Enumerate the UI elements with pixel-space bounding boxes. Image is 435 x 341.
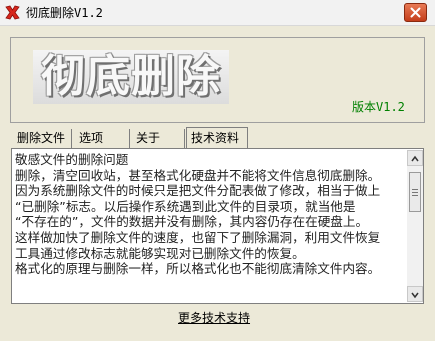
tech-info-panel: 敬感文件的删除问题 删除，清空回收站，甚至格式化硬盘并不能将文件信息彻底删除。 … <box>11 148 424 304</box>
scroll-up-button[interactable] <box>407 150 423 166</box>
title-bar[interactable]: 彻底删除V1.2 <box>0 0 435 26</box>
text-line: 因为系统删除文件的时候只是把文件分配表做了修改，相当于做上 <box>15 183 381 199</box>
header-panel: 彻底删除 版本V1.2 <box>10 37 425 123</box>
app-logo: 彻底删除 <box>33 50 229 104</box>
scroll-down-button[interactable] <box>407 286 423 302</box>
vertical-scrollbar[interactable] <box>407 150 423 302</box>
window-title: 彻底删除V1.2 <box>26 6 103 20</box>
more-tech-support-link[interactable]: 更多技术支持 <box>178 309 250 326</box>
text-line: “已删除”标志。以后操作系统遇到此文件的目录项，就当他是 <box>15 198 356 214</box>
tab-label: 关于 <box>136 131 161 145</box>
tab-strip: 删除文件 选项 关于 技术资料 <box>14 127 254 149</box>
tab-label: 技术资料 <box>191 131 240 145</box>
text-line: 删除，清空回收站，甚至格式化硬盘并不能将文件信息彻底删除。 <box>15 167 381 183</box>
close-button[interactable] <box>404 3 427 22</box>
tab-options[interactable]: 选项 <box>76 129 130 148</box>
tab-tech-info[interactable]: 技术资料 <box>186 127 248 149</box>
text-line: 工具通过修改标志就能够实现对已删除文件的恢复。 <box>15 245 305 261</box>
text-line: 格式化的原理与删除一样，所以格式化也不能彻底清除文件内容。 <box>15 261 381 277</box>
text-line: “不存在的”，文件的数据并没有删除，其内容仍存在在硬盘上。 <box>15 214 369 230</box>
close-icon <box>410 7 421 18</box>
tab-delete-files[interactable]: 删除文件 <box>14 129 72 148</box>
red-x-app-icon <box>5 5 20 20</box>
tab-about[interactable]: 关于 <box>133 129 185 148</box>
version-label: 版本V1.2 <box>352 100 405 114</box>
tab-label: 选项 <box>79 131 104 145</box>
app-window: 彻底删除V1.2 彻底删除 版本V1.2 删除文件 选项 关于 技术资料 敬感文… <box>0 0 435 341</box>
text-line: 敬感文件的删除问题 <box>15 152 129 167</box>
text-line: 这样做加快了删除文件的速度，也留下了删除漏洞，利用文件恢复 <box>15 229 381 245</box>
tab-label: 删除文件 <box>17 131 66 145</box>
logo-text: 彻底删除 <box>41 51 221 102</box>
chevron-up-icon <box>411 155 419 162</box>
scrollbar-thumb[interactable] <box>409 172 421 212</box>
chevron-down-icon <box>411 292 419 299</box>
tech-info-text[interactable]: 敬感文件的删除问题 删除，清空回收站，甚至格式化硬盘并不能将文件信息彻底删除。 … <box>15 152 405 300</box>
